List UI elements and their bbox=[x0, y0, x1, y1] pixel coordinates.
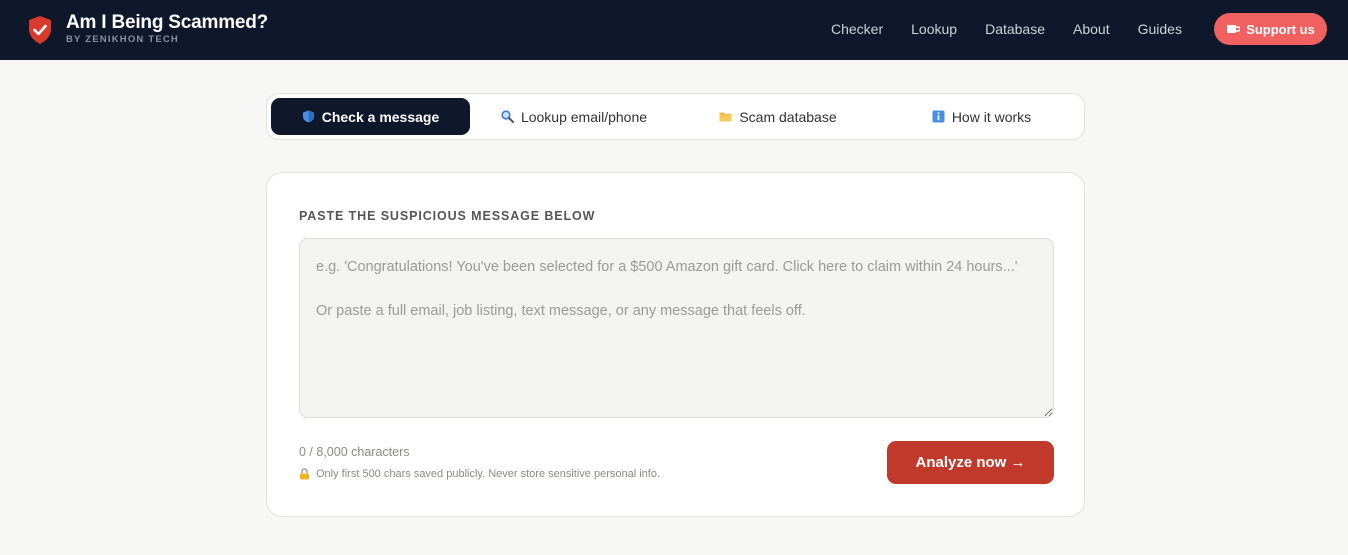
nav-link-guides[interactable]: Guides bbox=[1138, 21, 1182, 37]
privacy-note-text: Only first 500 chars saved publicly. Nev… bbox=[316, 468, 661, 480]
site-subtitle: BY ZENIKHON TECH bbox=[66, 34, 179, 45]
tab-scam-database[interactable]: Scam database bbox=[678, 98, 878, 135]
character-counter: 0 / 8,000 characters bbox=[299, 445, 410, 459]
message-input-label: PASTE THE SUSPICIOUS MESSAGE BELOW bbox=[299, 209, 596, 223]
nav-link-about[interactable]: About bbox=[1073, 21, 1110, 37]
magnifier-icon bbox=[501, 110, 514, 123]
tool-tabs: Check a message Lookup email/phone Scam … bbox=[266, 93, 1085, 140]
main-nav: Checker Lookup Database About Guides bbox=[831, 21, 1182, 37]
folder-icon bbox=[719, 112, 732, 122]
tab-label: Check a message bbox=[321, 108, 440, 125]
tab-lookup[interactable]: Lookup email/phone bbox=[474, 98, 674, 135]
analyze-button[interactable]: Analyze now → bbox=[887, 441, 1054, 484]
message-input[interactable] bbox=[299, 238, 1054, 418]
shield-icon bbox=[302, 110, 314, 123]
info-icon bbox=[932, 110, 945, 123]
tab-check-message[interactable]: Check a message bbox=[271, 98, 470, 135]
nav-link-lookup[interactable]: Lookup bbox=[911, 21, 957, 37]
site-title[interactable]: Am I Being Scammed? bbox=[66, 12, 268, 34]
support-button[interactable]: Support us bbox=[1214, 13, 1327, 45]
coffee-cup-icon bbox=[1227, 25, 1241, 33]
tab-label: How it works bbox=[951, 108, 1032, 125]
privacy-note: Only first 500 chars saved publicly. Nev… bbox=[299, 468, 660, 480]
message-checker-card: PASTE THE SUSPICIOUS MESSAGE BELOW 0 / 8… bbox=[266, 172, 1085, 517]
nav-link-checker[interactable]: Checker bbox=[831, 21, 883, 37]
top-navbar: Am I Being Scammed? BY ZENIKHON TECH Che… bbox=[0, 0, 1348, 60]
shield-check-icon[interactable] bbox=[28, 15, 52, 45]
support-button-label: Support us bbox=[1246, 21, 1315, 37]
lock-icon bbox=[300, 468, 309, 480]
tab-label: Lookup email/phone bbox=[520, 108, 648, 125]
nav-link-database[interactable]: Database bbox=[985, 21, 1045, 37]
tab-label: Scam database bbox=[739, 108, 837, 125]
tab-how-it-works[interactable]: How it works bbox=[882, 98, 1081, 135]
